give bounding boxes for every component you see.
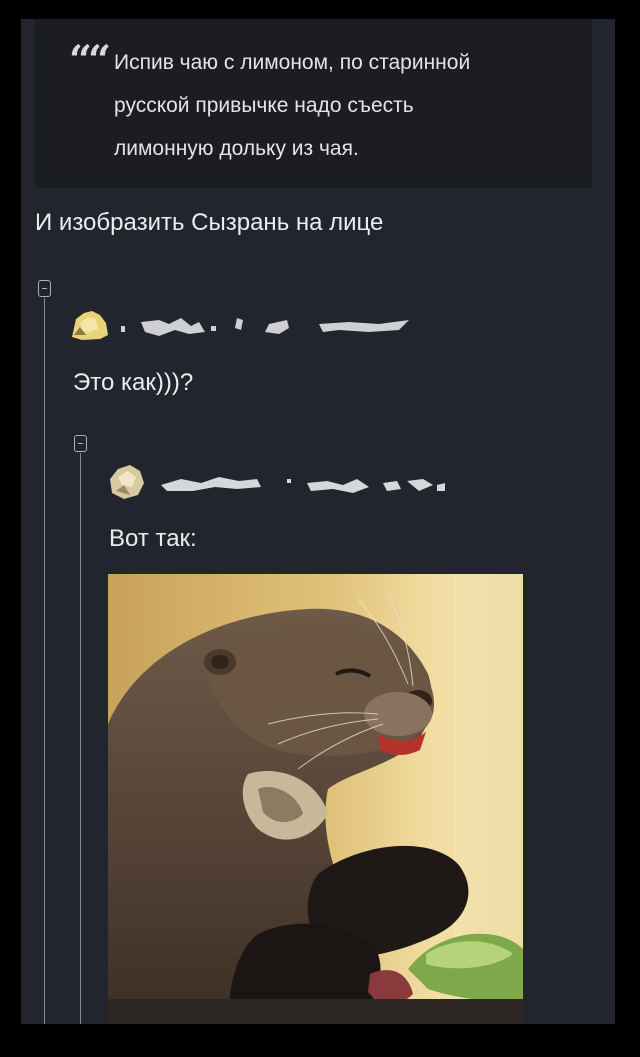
quote-line: лимонную дольку из чая. bbox=[114, 137, 359, 160]
quote-line: русской привычке надо съесть bbox=[114, 94, 414, 117]
collapse-minus-icon[interactable] bbox=[74, 435, 87, 452]
quote-icon: ““ bbox=[69, 37, 111, 84]
quote-block: ““ Испив чаю с лимоном, по старинной рус… bbox=[35, 19, 592, 188]
comment-thread-screen: ““ Испив чаю с лимоном, по старинной рус… bbox=[21, 19, 615, 1024]
attached-image[interactable] bbox=[108, 574, 523, 1024]
quote-line: Испив чаю с лимоном, по старинной bbox=[114, 51, 471, 74]
quote-text: Испив чаю с лимоном, по старинной русско… bbox=[114, 41, 584, 170]
thread-line bbox=[80, 453, 81, 1024]
comment-text: Это как)))? bbox=[73, 369, 194, 396]
author-name-blurred[interactable] bbox=[157, 471, 447, 497]
avatar-icon[interactable] bbox=[70, 309, 110, 341]
comment-text: Вот так: bbox=[109, 525, 197, 552]
avatar-icon[interactable] bbox=[108, 463, 146, 501]
thread-line bbox=[44, 298, 45, 1024]
reply-text: И изобразить Сызрань на лице bbox=[35, 209, 384, 236]
otter-photo bbox=[108, 574, 523, 1024]
collapse-minus-icon[interactable] bbox=[38, 280, 51, 297]
author-name-blurred[interactable] bbox=[119, 314, 419, 340]
